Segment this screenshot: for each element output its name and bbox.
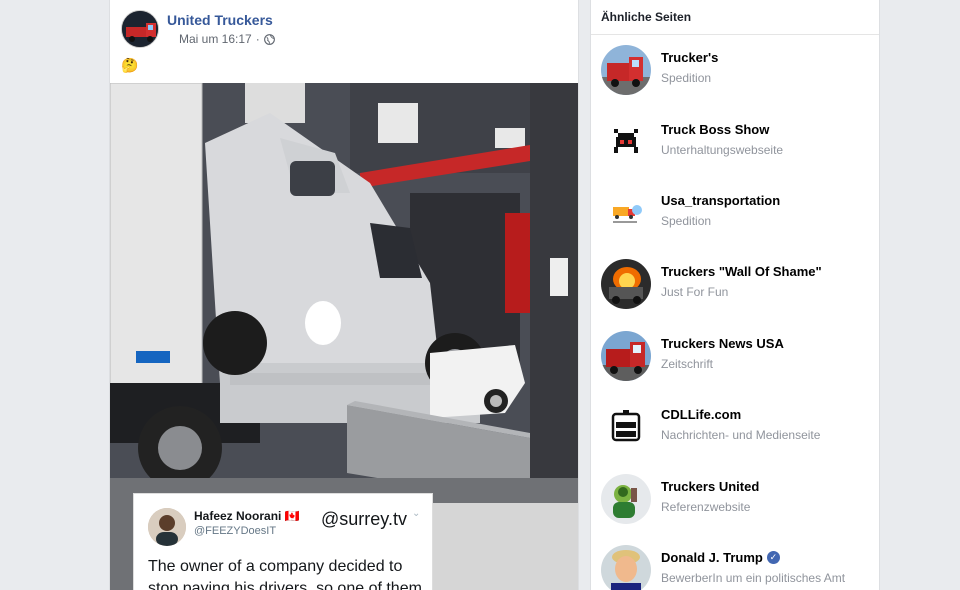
embedded-tweet: Hafeez Noorani 🇨🇦 @FEEZYDoesIT @surrey.t… [133, 493, 433, 590]
canada-flag-icon: 🇨🇦 [284, 509, 300, 523]
post-photo[interactable]: Hafeez Noorani 🇨🇦 @FEEZYDoesIT @surrey.t… [110, 83, 578, 590]
similar-page-name-text[interactable]: Usa_transportation [661, 193, 780, 208]
cdl-life-logo-icon[interactable] [601, 402, 651, 452]
tweet-author-handle: @FEEZYDoesIT [194, 525, 277, 537]
chevron-down-icon: ⌄ [412, 508, 421, 519]
tweet-author-name-text: Hafeez Noorani [194, 509, 282, 523]
similar-page-category: Referenzwebsite [661, 500, 751, 514]
tweet-author-name: Hafeez Noorani 🇨🇦 [194, 509, 300, 523]
transport-logo-icon[interactable] [601, 188, 651, 238]
meta-separator: · [255, 32, 260, 46]
similar-page-item[interactable]: Trucker's Spedition [601, 45, 871, 105]
verified-badge-icon: ✓ [766, 551, 780, 564]
post-meta: Mai um 16:17 · [179, 32, 275, 46]
similar-page-category: Spedition [661, 71, 712, 85]
tweet-text: The owner of a company decided to stop p… [148, 558, 422, 590]
similar-pages-panel: Ähnliche Seiten Trucker's Spedition Truc… [590, 0, 880, 590]
similar-page-item[interactable]: CDLLife.com Nachrichten- und Medienseite [601, 402, 871, 462]
similar-page-name-text[interactable]: Donald J. Trump [661, 550, 763, 565]
truck-boss-logo-icon[interactable] [601, 117, 651, 167]
post-header: United Truckers Mai um 16:17 · [121, 10, 561, 50]
portrait-icon[interactable] [601, 545, 651, 590]
cartoon-trucker-icon[interactable] [601, 474, 651, 524]
similar-page-item[interactable]: Donald J. Trump ✓ BewerberIn um ein poli… [601, 545, 871, 590]
similar-page-name[interactable]: Truck Boss Show [661, 122, 769, 137]
similar-page-item[interactable]: Truckers "Wall Of Shame" Just For Fun [601, 259, 871, 319]
post-card: United Truckers Mai um 16:17 · 🤔 Hafeez … [109, 0, 579, 590]
page-name-link[interactable]: United Truckers [167, 12, 273, 28]
similar-page-name-text[interactable]: Trucker's [661, 50, 718, 65]
similar-page-name[interactable]: Truckers United [661, 479, 759, 494]
similar-page-name[interactable]: Usa_transportation [661, 193, 780, 208]
similar-page-category: Unterhaltungswebseite [661, 143, 784, 157]
similar-page-category: Nachrichten- und Medienseite [661, 428, 821, 442]
page-avatar[interactable] [121, 10, 159, 48]
similar-page-item[interactable]: Truckers News USA Zeitschrift [601, 331, 871, 391]
similar-page-category: Zeitschrift [661, 357, 714, 371]
similar-page-name[interactable]: Donald J. Trump ✓ [661, 550, 780, 565]
similar-page-item[interactable]: Usa_transportation Spedition [601, 188, 871, 248]
watermark-text: @surrey.tv [321, 509, 407, 529]
similar-page-name-text[interactable]: Truckers News USA [661, 336, 784, 351]
similar-page-item[interactable]: Truck Boss Show Unterhaltungswebseite [601, 117, 871, 177]
globe-icon[interactable] [263, 33, 275, 45]
similar-page-name-text[interactable]: CDLLife.com [661, 407, 741, 422]
red-truck-icon[interactable] [601, 45, 651, 95]
similar-page-name[interactable]: Truckers News USA [661, 336, 784, 351]
similar-pages-title: Ähnliche Seiten [591, 0, 879, 35]
similar-page-category: BewerberIn um ein politisches Amt [661, 571, 846, 585]
tweet-author-avatar [148, 508, 186, 546]
similar-page-name[interactable]: CDLLife.com [661, 407, 741, 422]
similar-page-name-text[interactable]: Truckers United [661, 479, 759, 494]
post-timestamp[interactable]: Mai um 16:17 [179, 32, 252, 46]
post-text-emoji: 🤔 [121, 57, 139, 73]
red-truck-icon[interactable] [601, 331, 651, 381]
similar-page-category: Just For Fun [661, 285, 729, 299]
similar-page-name-text[interactable]: Truck Boss Show [661, 122, 769, 137]
similar-page-category: Spedition [661, 214, 712, 228]
similar-page-name[interactable]: Truckers "Wall Of Shame" [661, 264, 822, 279]
burning-truck-icon[interactable] [601, 259, 651, 309]
similar-page-item[interactable]: Truckers United Referenzwebsite [601, 474, 871, 534]
similar-page-name[interactable]: Trucker's [661, 50, 718, 65]
similar-page-name-text[interactable]: Truckers "Wall Of Shame" [661, 264, 822, 279]
